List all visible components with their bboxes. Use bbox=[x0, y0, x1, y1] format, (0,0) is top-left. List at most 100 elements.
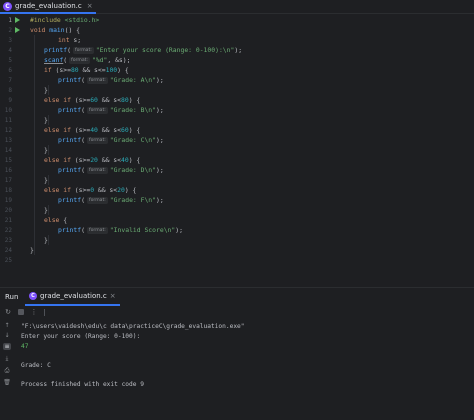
code-line: else if (s>= 0 && s< 20) { bbox=[44, 185, 136, 195]
code-line: printf(format: "Grade: A\n"); bbox=[58, 75, 164, 85]
code-token: } bbox=[44, 206, 48, 214]
code-token: 100 bbox=[105, 66, 118, 74]
line-number: 10 bbox=[4, 106, 12, 114]
indent-guide bbox=[48, 175, 49, 185]
indent-guide bbox=[48, 115, 49, 125]
code-line: int s; bbox=[58, 35, 81, 45]
stop-icon[interactable] bbox=[18, 309, 24, 315]
code-token: ( bbox=[67, 46, 71, 54]
code-line: else if (s>= 60 && s< 80) { bbox=[44, 95, 140, 105]
line-number: 16 bbox=[4, 166, 12, 174]
arrow-down-icon[interactable]: ↓ bbox=[3, 332, 11, 339]
code-token: (s>= bbox=[70, 186, 91, 194]
code-token: ( bbox=[81, 76, 85, 84]
editor-tab-label: grade_evaluation.c bbox=[15, 2, 82, 10]
close-icon[interactable]: × bbox=[110, 292, 116, 300]
parameter-hint: format: bbox=[86, 106, 108, 114]
parameter-hint: format: bbox=[69, 56, 90, 64]
arrow-up-icon[interactable]: ↑ bbox=[3, 322, 11, 329]
editor-tab-bar: C grade_evaluation.c × bbox=[0, 0, 474, 14]
code-token: } bbox=[44, 116, 48, 124]
code-area[interactable]: #include <stdio.h> void main() { int s; … bbox=[28, 15, 474, 286]
line-number: 23 bbox=[4, 236, 12, 244]
run-panel-title: Run bbox=[5, 292, 19, 301]
code-token: && s< bbox=[97, 126, 121, 134]
line-number: 15 bbox=[4, 156, 12, 164]
code-token: printf bbox=[58, 166, 82, 174]
code-token: "Enter your score (Range: 0-100):\n" bbox=[95, 46, 235, 54]
indent-guide bbox=[48, 85, 49, 95]
code-token: ( bbox=[81, 106, 85, 114]
code-line: else if (s>= 20 && s< 40) { bbox=[44, 155, 140, 165]
c-file-icon: C bbox=[3, 1, 12, 11]
code-token: ) { bbox=[128, 126, 141, 134]
code-token: printf bbox=[58, 106, 82, 114]
line-number: 12 bbox=[4, 126, 12, 134]
code-line: printf(format: "Grade: C\n"); bbox=[58, 135, 164, 145]
code-token: "Grade: F\n" bbox=[109, 196, 156, 204]
console-result-line: Grade: C bbox=[21, 362, 51, 369]
code-line: } bbox=[44, 175, 48, 185]
code-token: && s< bbox=[94, 186, 118, 194]
code-token: && s< bbox=[97, 96, 121, 104]
code-token: printf bbox=[58, 136, 82, 144]
line-number: 5 bbox=[8, 56, 12, 64]
run-tab-grade-evaluation[interactable]: C grade_evaluation.c × bbox=[25, 288, 120, 306]
run-toolbar: ↻ ⋮ bbox=[0, 306, 474, 318]
code-token: ); bbox=[234, 46, 243, 54]
run-tool-window-header: Run C grade_evaluation.c × bbox=[0, 287, 474, 306]
console-user-input: 47 bbox=[21, 343, 29, 350]
code-token: 40 bbox=[120, 156, 129, 164]
close-icon[interactable]: × bbox=[87, 2, 93, 10]
code-token: } bbox=[30, 246, 34, 254]
more-options-icon[interactable]: ⋮ bbox=[30, 308, 38, 316]
print-icon[interactable]: ⎙ bbox=[3, 367, 11, 375]
indent-guide bbox=[34, 35, 35, 255]
code-token: && s<= bbox=[78, 66, 106, 74]
code-token: ( bbox=[81, 196, 85, 204]
run-side-toolbar: ↑ ↓ ≡ ⤓ ⎙ 🗑 bbox=[0, 320, 14, 420]
line-number: 13 bbox=[4, 136, 12, 144]
code-token: "%d" bbox=[91, 56, 108, 64]
code-line: printf(format: "Grade: B\n"); bbox=[58, 105, 164, 115]
code-token: "Grade: D\n" bbox=[109, 166, 156, 174]
code-line: } bbox=[44, 235, 48, 245]
code-token: printf bbox=[58, 196, 82, 204]
code-token: ) { bbox=[117, 66, 129, 74]
console-output[interactable]: "F:\users\vaidesh\edu\c data\practiceC\g… bbox=[21, 320, 471, 420]
code-line: #include <stdio.h> bbox=[30, 15, 99, 25]
code-token: printf bbox=[44, 46, 68, 54]
parameter-hint: format: bbox=[86, 196, 108, 204]
code-token: () { bbox=[64, 26, 81, 34]
line-number: 21 bbox=[4, 216, 12, 224]
rerun-icon[interactable]: ↻ bbox=[4, 308, 12, 316]
code-token: , &s); bbox=[107, 56, 131, 64]
code-editor[interactable]: 1 2 3 4 5 6 7 8 9 10 11 12 13 14 15 16 17 18 19 20 21 22 23 24 2… bbox=[0, 15, 474, 286]
code-token: 60 bbox=[120, 126, 129, 134]
line-number: 6 bbox=[8, 66, 12, 74]
run-main-icon[interactable] bbox=[15, 17, 20, 23]
code-token: } bbox=[44, 176, 48, 184]
code-token: ); bbox=[156, 196, 164, 204]
code-line: printf(format: "Invalid Score\n"); bbox=[58, 225, 183, 235]
code-token: s; bbox=[69, 36, 82, 44]
trash-icon[interactable]: 🗑 bbox=[3, 379, 11, 386]
code-token: if bbox=[44, 66, 52, 74]
line-number: 25 bbox=[4, 256, 12, 264]
run-main-icon[interactable] bbox=[15, 27, 20, 33]
editor-tab-grade-evaluation[interactable]: C grade_evaluation.c × bbox=[0, 0, 96, 14]
soft-wrap-icon[interactable]: ≡ bbox=[3, 343, 11, 350]
parameter-hint: format: bbox=[86, 166, 108, 174]
code-token: { bbox=[59, 216, 68, 224]
code-token: ); bbox=[156, 166, 164, 174]
c-file-icon: C bbox=[29, 292, 37, 300]
scroll-to-end-icon[interactable]: ⤓ bbox=[3, 355, 11, 363]
code-token: ); bbox=[156, 136, 164, 144]
line-number: 22 bbox=[4, 226, 12, 234]
code-token: <stdio.h> bbox=[60, 16, 100, 24]
line-number: 9 bbox=[8, 96, 12, 104]
line-number: 17 bbox=[4, 176, 12, 184]
line-number: 14 bbox=[4, 146, 12, 154]
line-number: 18 bbox=[4, 186, 12, 194]
line-number: 20 bbox=[4, 206, 12, 214]
